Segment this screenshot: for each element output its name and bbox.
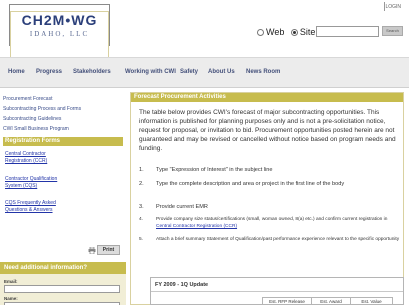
link-line: Central Contractor bbox=[5, 151, 46, 157]
intro-paragraph: The table below provides CWI's forecast … bbox=[139, 109, 396, 152]
nav-item-safety[interactable]: Safety bbox=[180, 69, 198, 75]
nav-item-home[interactable]: Home bbox=[8, 69, 25, 75]
nav-item-about-us[interactable]: About Us bbox=[208, 69, 235, 75]
table-title: FY 2009 - 1Q Update bbox=[155, 282, 209, 288]
registration-forms-heading: Registration Forms bbox=[3, 137, 123, 146]
link-line: Registration (CCR) bbox=[5, 158, 48, 164]
list-item-text: Provide current EMR bbox=[156, 204, 208, 210]
link-cqs-faq[interactable]: CQS Frequently Asked Questions & Answers bbox=[5, 200, 56, 214]
sidebar-link-procurement-forecast[interactable]: Procurement Forecast bbox=[3, 96, 52, 102]
ccr-link[interactable]: Central Contractor Registration (CCR) bbox=[156, 224, 237, 229]
main-content: Forecast Procurement Activities The tabl… bbox=[130, 92, 404, 305]
list-item-number: 4. bbox=[139, 217, 144, 222]
need-info-heading: Need additional information? bbox=[0, 262, 126, 274]
list-item-number: 5. bbox=[139, 237, 144, 242]
table-divider bbox=[151, 291, 403, 292]
site-header: CH2M•WG IDAHO, LLC LOGIN Web Site Search bbox=[0, 0, 409, 224]
page-title: Forecast Procurement Activities bbox=[131, 93, 403, 102]
email-label: Email: bbox=[4, 279, 18, 284]
logo-subtitle: IDAHO, LLC bbox=[29, 30, 90, 38]
web-radio-label: Web bbox=[266, 27, 285, 37]
list-item-text: Type "Expression of Interest" in the sub… bbox=[156, 167, 273, 173]
link-line: System (CQS) bbox=[5, 183, 38, 189]
login-link[interactable]: LOGIN bbox=[385, 4, 401, 10]
search-scope: Web Site bbox=[257, 27, 315, 37]
column-header-rfp-release: Est. RFP Release bbox=[262, 297, 312, 305]
name-label: Name: bbox=[4, 296, 18, 301]
list-item-text: Attach a brief summary Statement of Qual… bbox=[156, 237, 400, 242]
print-button[interactable]: Print bbox=[97, 245, 120, 255]
list-item-text: Type the complete description and area o… bbox=[156, 181, 345, 187]
web-radio[interactable] bbox=[257, 29, 264, 37]
search-input[interactable] bbox=[316, 26, 379, 37]
link-line: CQS Frequently Asked bbox=[5, 200, 56, 206]
search-button[interactable]: Search bbox=[382, 26, 403, 36]
list-item-number: 1. bbox=[139, 167, 144, 173]
forecast-table: FY 2009 - 1Q Update Est. RFP Release Est… bbox=[150, 277, 404, 305]
link-line: Questions & Answers bbox=[5, 207, 53, 213]
link-central-contractor-registration[interactable]: Central Contractor Registration (CCR) bbox=[5, 151, 47, 165]
nav-item-news-room[interactable]: News Room bbox=[246, 69, 280, 75]
link-contractor-qualification-system[interactable]: Contractor Qualification System (CQS) bbox=[5, 176, 57, 190]
list-item-text: Provide company size status/certificatio… bbox=[156, 216, 400, 230]
site-radio-label: Site bbox=[299, 27, 316, 37]
email-field[interactable] bbox=[4, 285, 120, 293]
nav-item-working-with-cwi[interactable]: Working with CWI bbox=[125, 69, 176, 75]
list-item-number: 3. bbox=[139, 204, 144, 210]
ch2m-wg-logo[interactable]: CH2M•WG IDAHO, LLC bbox=[9, 4, 110, 224]
nav-item-stakeholders[interactable]: Stakeholders bbox=[73, 69, 111, 75]
site-radio[interactable] bbox=[290, 29, 298, 37]
printer-icon[interactable] bbox=[88, 247, 96, 254]
main-nav: Home Progress Stakeholders Working with … bbox=[0, 57, 409, 88]
column-header-award: Est. Award bbox=[311, 297, 351, 305]
list-item-text-body: Provide company size status/certificatio… bbox=[156, 217, 388, 222]
link-line: Contractor Qualification bbox=[5, 176, 58, 182]
sidebar-link-small-business[interactable]: CWI Small Business Program bbox=[3, 126, 69, 132]
nav-item-progress[interactable]: Progress bbox=[36, 69, 62, 75]
list-item-number: 2. bbox=[139, 181, 144, 187]
column-header-value: Est. Value bbox=[350, 297, 393, 305]
contact-form-panel: Email: Name: bbox=[0, 274, 126, 305]
sidebar-link-subcontracting-guidelines[interactable]: Subcontracting Guidelines bbox=[3, 116, 61, 122]
sidebar-link-subcontracting-process[interactable]: Subcontracting Process and Forms bbox=[3, 106, 81, 112]
